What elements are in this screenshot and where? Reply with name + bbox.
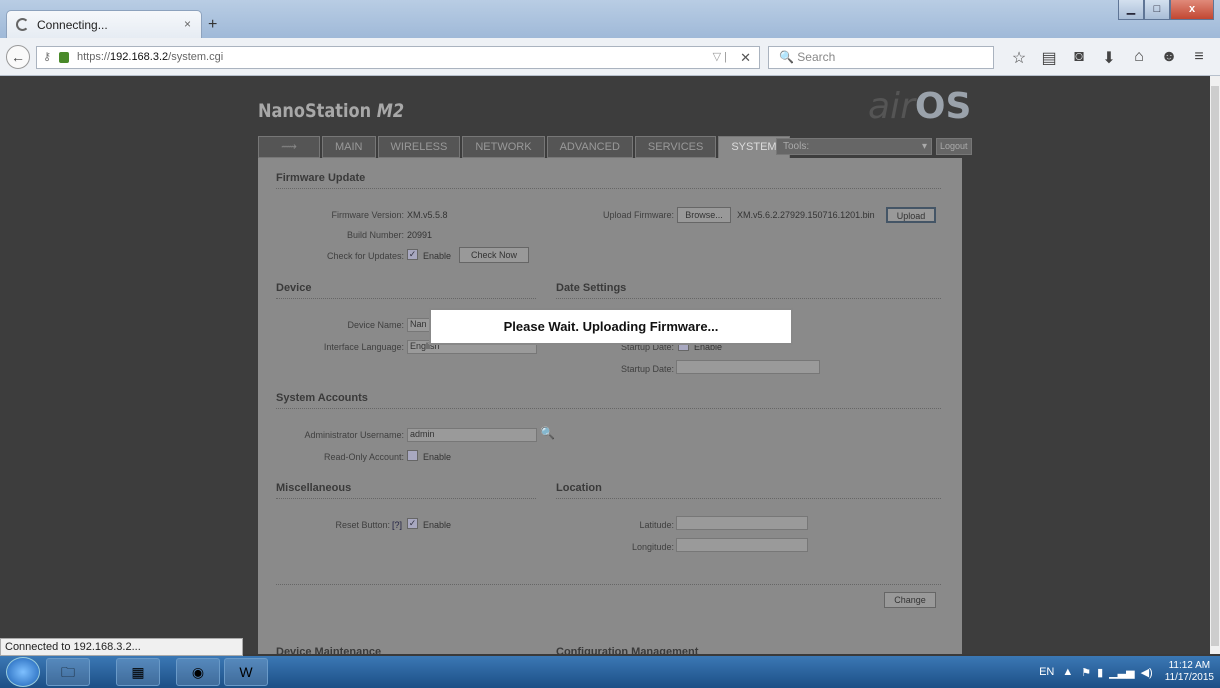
- url-bar[interactable]: ⚷ https://192.168.3.2/system.cgi ▽ | ✕: [36, 46, 760, 69]
- accounts-title: System Accounts: [276, 392, 941, 409]
- stop-icon[interactable]: ✕: [740, 47, 751, 68]
- loading-icon: [16, 18, 29, 31]
- change-button[interactable]: Change: [884, 592, 936, 608]
- version-value: XM.v5.5.8: [407, 210, 448, 220]
- reading-list-icon[interactable]: ▤: [1034, 48, 1064, 68]
- upload-progress-dialog: Please Wait. Uploading Firmware...: [429, 308, 793, 345]
- build-value: 20991: [407, 230, 433, 240]
- device-name-label: Device Name:: [347, 320, 404, 330]
- latitude-field[interactable]: [676, 516, 808, 530]
- longitude-label: Longitude:: [631, 542, 674, 552]
- close-tab-icon[interactable]: ×: [184, 17, 191, 31]
- misc-title: Miscellaneous: [276, 482, 536, 499]
- version-label: Firmware Version:: [331, 210, 404, 220]
- start-button[interactable]: [6, 657, 40, 687]
- minimize-button[interactable]: ▁: [1118, 0, 1144, 20]
- url-text: https://192.168.3.2/system.cgi: [77, 51, 224, 63]
- airos-logo: airOS: [868, 86, 972, 127]
- explorer-icon[interactable]: 🗀: [46, 658, 90, 686]
- browse-button[interactable]: Browse...: [677, 207, 731, 223]
- reset-checkbox[interactable]: ✓: [407, 518, 418, 529]
- search-user-icon[interactable]: 🔍: [540, 426, 555, 440]
- startup-date-label: Startup Date:: [620, 364, 674, 374]
- volume-icon[interactable]: ◀): [1141, 666, 1153, 679]
- bookmark-star-icon[interactable]: ☆: [1004, 48, 1034, 68]
- readonly-label: Read-Only Account:: [323, 452, 404, 462]
- system-panel: Firmware Update Firmware Version: XM.v5.…: [258, 158, 962, 658]
- logout-button[interactable]: Logout: [936, 138, 972, 155]
- home-icon[interactable]: ⌂: [1124, 48, 1154, 68]
- location-title: Location: [556, 482, 941, 499]
- flag-icon[interactable]: ⚑: [1081, 666, 1091, 679]
- upload-label: Upload Firmware:: [602, 210, 674, 220]
- signal-icon[interactable]: ▁▃▅: [1109, 666, 1134, 679]
- file-name: XM.v5.6.2.27929.150716.1201.bin: [737, 210, 875, 220]
- updates-checkbox[interactable]: ✓: [407, 249, 418, 260]
- latitude-label: Latitude:: [639, 520, 674, 530]
- new-tab-icon[interactable]: +: [208, 16, 217, 34]
- readonly-checkbox[interactable]: [407, 450, 418, 461]
- browser-tab[interactable]: Connecting... ×: [6, 10, 202, 38]
- main-nav: ⟿ MAIN WIRELESS NETWORK ADVANCED SERVICE…: [258, 136, 792, 160]
- tray-arrow-icon[interactable]: ▲: [1062, 666, 1073, 678]
- device-model: NanoStation M2: [258, 100, 405, 122]
- status-bar: Connected to 192.168.3.2...: [0, 638, 243, 656]
- build-label: Build Number:: [346, 230, 404, 240]
- browser-navbar: ← ⚷ https://192.168.3.2/system.cgi ▽ | ✕…: [0, 38, 1220, 76]
- check-now-button[interactable]: Check Now: [459, 247, 529, 263]
- key-icon: ⚷: [43, 51, 52, 63]
- download-icon[interactable]: ⬇: [1094, 48, 1124, 68]
- window-controls: ▁ □ x: [1118, 0, 1214, 20]
- firmware-title: Firmware Update: [276, 172, 941, 189]
- back-button[interactable]: ←: [6, 45, 30, 69]
- divider: [276, 584, 941, 585]
- lock-icon: [59, 52, 69, 63]
- readonly-enable: Enable: [423, 452, 452, 462]
- ubiquiti-logo-icon[interactable]: ⟿: [258, 136, 320, 158]
- dropdown-icon[interactable]: ▽ |: [713, 47, 727, 68]
- tab-services[interactable]: SERVICES: [634, 136, 717, 158]
- admin-field[interactable]: admin: [407, 428, 537, 442]
- tab-advanced[interactable]: ADVANCED: [546, 136, 633, 158]
- updates-label: Check for Updates:: [326, 251, 404, 261]
- longitude-field[interactable]: [676, 538, 808, 552]
- chat-icon[interactable]: ☻: [1154, 48, 1184, 68]
- reset-enable: Enable: [423, 520, 452, 530]
- tab-main[interactable]: MAIN: [322, 136, 376, 158]
- date-title: Date Settings: [556, 282, 941, 299]
- tools-select[interactable]: Tools: ▾: [776, 138, 932, 155]
- word-icon[interactable]: W: [224, 658, 268, 686]
- firefox-icon[interactable]: ◉: [176, 658, 220, 686]
- pocket-icon[interactable]: ◙: [1064, 48, 1094, 68]
- language-indicator[interactable]: EN: [1039, 666, 1054, 678]
- reset-help[interactable]: [?]: [392, 520, 402, 530]
- admin-label: Administrator Username:: [304, 430, 404, 440]
- upload-button[interactable]: Upload: [886, 207, 936, 223]
- clock[interactable]: 11:12 AM 11/17/2015: [1165, 660, 1214, 684]
- reset-label: Reset Button:: [335, 520, 390, 530]
- close-window-button[interactable]: x: [1170, 0, 1214, 20]
- device-title: Device: [276, 282, 536, 299]
- vertical-scrollbar[interactable]: [1210, 76, 1220, 654]
- taskbar: 🗀 ▦ ◉ W EN ▲ ⚑ ▮ ▁▃▅ ◀) 11:12 AM 11/17/20…: [0, 656, 1220, 688]
- language-label: Interface Language:: [323, 342, 404, 352]
- network-icon[interactable]: ▮: [1097, 666, 1103, 679]
- tab-network[interactable]: NETWORK: [462, 136, 545, 158]
- maximize-button[interactable]: □: [1144, 0, 1170, 20]
- control-panel-icon[interactable]: ▦: [116, 658, 160, 686]
- menu-icon[interactable]: ≡: [1184, 48, 1214, 68]
- search-input[interactable]: 🔍 Search: [768, 46, 994, 69]
- updates-enable: Enable: [423, 251, 452, 261]
- startup-date-field[interactable]: [676, 360, 820, 374]
- system-tray: EN ▲ ⚑ ▮ ▁▃▅ ◀) 11:12 AM 11/17/2015: [1039, 656, 1220, 688]
- toolbar-icons: ☆ ▤ ◙ ⬇ ⌂ ☻ ≡: [1004, 48, 1214, 68]
- tab-wireless[interactable]: WIRELESS: [377, 136, 461, 158]
- browser-titlebar: Connecting... × + ▁ □ x: [0, 0, 1220, 38]
- tab-title: Connecting...: [37, 18, 108, 32]
